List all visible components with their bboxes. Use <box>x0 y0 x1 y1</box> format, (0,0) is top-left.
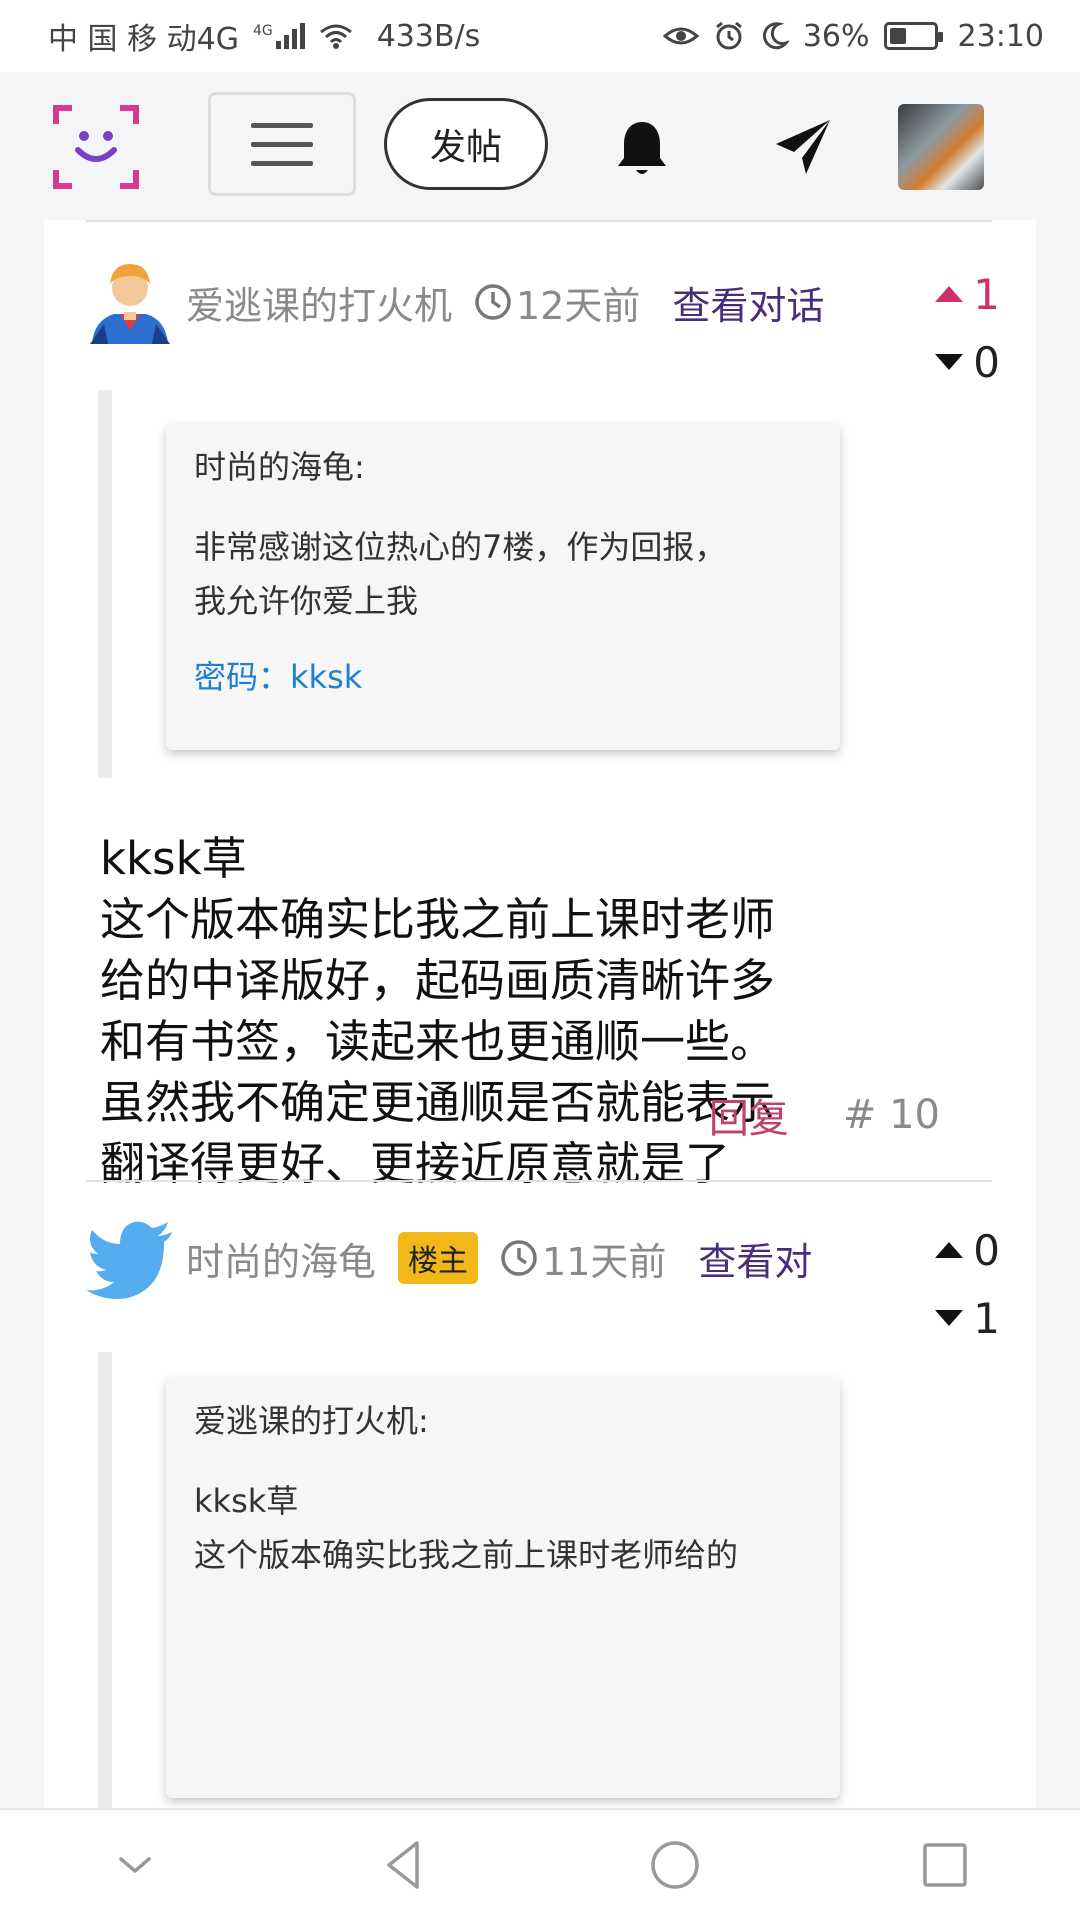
downvote-icon <box>935 1310 964 1326</box>
downvote-count: 1 <box>973 1293 1000 1343</box>
wifi-icon <box>319 24 352 49</box>
owner-badge: 楼主 <box>398 1232 479 1284</box>
password-link[interactable]: 密码：kksk <box>194 650 812 704</box>
downvote-button[interactable]: 1 <box>920 1284 1000 1352</box>
author-name[interactable]: 时尚的海龟 <box>186 1231 376 1286</box>
thread-card: 爱逃课的打火机 12天前 查看对话 1 0 时尚的海龟: 非常感谢这位热心的7楼… <box>44 220 1036 1810</box>
eye-icon <box>662 27 699 45</box>
signal-icon: 4G <box>253 23 305 49</box>
time-label: 12天前 <box>516 283 641 328</box>
downvote-icon <box>935 354 964 370</box>
post-meta: 时尚的海龟 楼主 11天前 查看对 <box>186 1228 812 1288</box>
quote-line: 我允许你爱上我 <box>194 582 419 620</box>
author-name[interactable]: 爱逃课的打火机 <box>186 275 452 330</box>
vote-widget: 1 0 <box>920 260 1000 396</box>
top-header: 发帖 <box>0 72 1080 220</box>
network-speed: 433B/s <box>376 18 481 54</box>
upvote-button[interactable]: 1 <box>920 260 1000 328</box>
menu-bar-icon <box>251 122 313 128</box>
downvote-count: 0 <box>973 337 1000 387</box>
post-time: 12天前 <box>474 275 640 330</box>
comment-post: 爱逃课的打火机 12天前 查看对话 1 0 时尚的海龟: 非常感谢这位热心的7楼… <box>44 220 1036 1190</box>
status-left: 中 国 移 动4G 4G 433B/s <box>48 14 480 58</box>
status-right: 36% 23:10 <box>662 18 1044 54</box>
clock-time: 23:10 <box>957 18 1044 54</box>
body-line: 和有书签，读起来也更通顺一些。 <box>100 1015 776 1068</box>
body-line: 虽然我不确定更通顺是否就能表示 <box>100 1076 776 1129</box>
post-time: 11天前 <box>500 1231 666 1286</box>
commenter-avatar[interactable] <box>84 254 176 346</box>
downvote-button[interactable]: 0 <box>920 328 1000 396</box>
quote-text: kksk草 这个版本确实比我之前上课时老师给的 <box>194 1474 812 1582</box>
alarm-icon <box>715 21 742 50</box>
battery-percent: 36% <box>802 18 870 54</box>
send-icon[interactable] <box>772 116 834 176</box>
upvote-icon <box>935 286 964 302</box>
menu-button[interactable] <box>208 92 356 196</box>
recents-icon[interactable] <box>915 1835 975 1895</box>
post-meta: 爱逃课的打火机 12天前 查看对话 <box>186 272 824 332</box>
body-line: 给的中译版好，起码画质清晰许多 <box>100 954 776 1007</box>
quote-text: 非常感谢这位热心的7楼，作为回报， 我允许你爱上我 <box>194 520 812 628</box>
system-nav-bar <box>0 1808 1080 1920</box>
quote-line: 这个版本确实比我之前上课时老师给的 <box>194 1536 739 1574</box>
bell-icon[interactable] <box>614 118 670 178</box>
upvote-icon <box>935 1242 964 1258</box>
body-line: 这个版本确实比我之前上课时老师 <box>100 893 776 946</box>
twitter-bird-icon[interactable] <box>84 1214 176 1306</box>
user-avatar[interactable] <box>898 104 984 190</box>
time-label: 11天前 <box>542 1239 667 1284</box>
comment-post: 时尚的海龟 楼主 11天前 查看对 0 1 爱逃课的打火机: kksk草 这个版… <box>44 1182 1036 1810</box>
floor-number: # 10 <box>842 1092 940 1138</box>
status-bar: 中 国 移 动4G 4G 433B/s 36% 23:10 <box>0 0 1080 72</box>
upvote-button[interactable]: 0 <box>920 1216 1000 1284</box>
carrier-label: 中 国 移 动4G <box>48 22 239 57</box>
quote-line: 非常感谢这位热心的7楼，作为回报， <box>194 528 727 566</box>
moon-icon <box>762 22 789 50</box>
new-post-button[interactable]: 发帖 <box>384 98 548 190</box>
quote-author: 时尚的海龟: <box>194 448 365 486</box>
battery-icon <box>883 22 943 50</box>
upvote-count: 0 <box>973 1225 1000 1275</box>
view-conversation-link[interactable]: 查看对话 <box>672 275 824 330</box>
net-badge: 4G <box>252 23 273 39</box>
home-icon[interactable] <box>645 1835 705 1895</box>
comment-body: kksk草 这个版本确实比我之前上课时老师 给的中译版好，起码画质清晰许多 和有… <box>100 828 800 1194</box>
upvote-count: 1 <box>973 269 1000 319</box>
view-conversation-link[interactable]: 查看对 <box>698 1231 812 1286</box>
clock-icon <box>501 1240 537 1276</box>
quote-line: kksk草 <box>194 1482 299 1520</box>
back-icon[interactable] <box>375 1835 435 1895</box>
body-line: kksk草 <box>100 832 247 885</box>
quote-author: 爱逃课的打火机: <box>194 1402 429 1440</box>
chevron-down-icon[interactable] <box>105 1835 165 1895</box>
reply-button[interactable]: 回复 <box>709 1086 789 1144</box>
quote-box: 时尚的海龟: 非常感谢这位热心的7楼，作为回报， 我允许你爱上我 密码：kksk <box>166 424 840 750</box>
post-actions: 回复 # 10 <box>709 1086 940 1144</box>
vote-widget: 0 1 <box>920 1216 1000 1352</box>
site-logo-icon[interactable] <box>52 104 140 190</box>
clock-icon <box>475 284 511 320</box>
quote-box: 爱逃课的打火机: kksk草 这个版本确实比我之前上课时老师给的 <box>166 1378 840 1798</box>
